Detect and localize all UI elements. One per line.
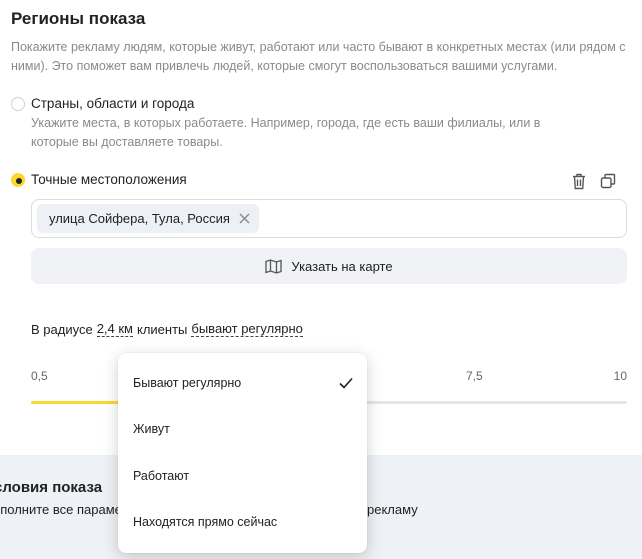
radio-exact-circle[interactable] [11, 172, 25, 187]
radio-regions-circle[interactable] [11, 96, 25, 111]
audience-mode-link[interactable]: бывают регулярно [191, 321, 303, 337]
radio-regions-hint: Укажите места, в которых работаете. Напр… [31, 116, 541, 149]
regions-settings-page: Регионы показа Покажите рекламу людям, к… [0, 0, 642, 559]
dropdown-item-label: Бывают регулярно [133, 376, 242, 390]
slider-max-label: 10 [613, 369, 627, 383]
display-conditions-text-end: рекламу [367, 502, 418, 517]
radius-prefix: В радиусе [31, 321, 93, 337]
display-conditions-title: словия показа [0, 479, 103, 496]
close-icon[interactable] [239, 213, 251, 225]
trash-icon[interactable] [569, 171, 589, 191]
radio-exact-locations[interactable]: Точные местоположения [11, 172, 187, 187]
show-on-map-button[interactable]: Указать на карте [31, 248, 627, 284]
show-on-map-label: Указать на карте [291, 258, 393, 274]
dropdown-item-live[interactable]: Живут [118, 409, 367, 449]
dropdown-item-now[interactable]: Находятся прямо сейчас [118, 502, 367, 542]
dropdown-item-label: Живут [133, 422, 170, 436]
radio-regions[interactable]: Страны, области и города [11, 96, 194, 111]
radio-exact-label: Точные местоположения [31, 172, 187, 187]
map-icon [265, 258, 283, 274]
location-chip-label: улица Сойфера, Тула, Россия [49, 211, 230, 226]
slider-min-label: 0,5 [31, 369, 48, 383]
radius-summary: В радиусе 2,4 км клиенты бывают регулярн… [31, 321, 303, 337]
radius-value-link[interactable]: 2,4 км [96, 321, 133, 337]
audience-mode-dropdown: Бывают регулярно Живут Работают Находятс… [118, 353, 367, 553]
checkmark-icon [339, 377, 353, 389]
radius-middle: клиенты [137, 321, 188, 337]
dropdown-item-work[interactable]: Работают [118, 456, 367, 496]
copy-icon[interactable] [598, 171, 618, 191]
dropdown-item-label: Находятся прямо сейчас [133, 515, 278, 529]
locations-input[interactable]: улица Сойфера, Тула, Россия [31, 199, 627, 238]
dropdown-item-label: Работают [133, 469, 190, 483]
display-conditions-text: ополните все параме [0, 502, 122, 517]
slider-tick-label: 7,5 [466, 369, 483, 383]
dropdown-item-regularly[interactable]: Бывают регулярно [118, 363, 367, 403]
location-chip: улица Сойфера, Тула, Россия [37, 204, 259, 233]
section-title: Регионы показа [11, 9, 146, 28]
radio-regions-label: Страны, области и города [31, 96, 195, 111]
section-description: Покажите рекламу людям, которые живут, р… [11, 40, 626, 73]
